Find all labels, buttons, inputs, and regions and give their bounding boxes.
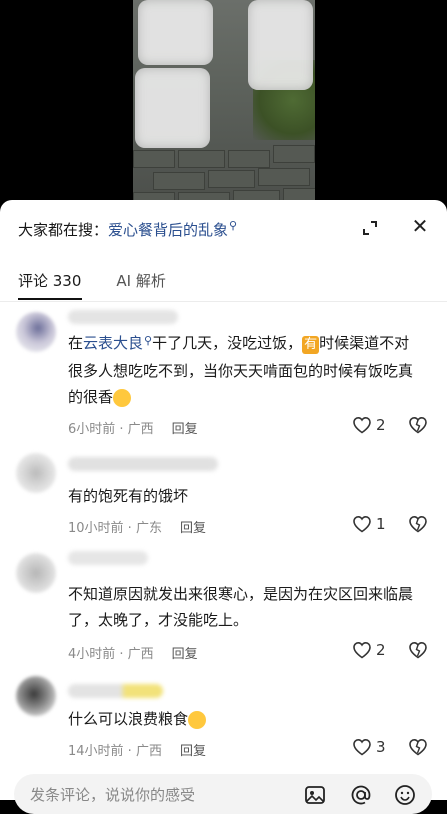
emoji-icon (113, 388, 132, 407)
brick (153, 172, 205, 190)
text-segment: 干了几天，没吃过饭， (152, 334, 303, 352)
brick (258, 168, 310, 186)
comment-input-bar: 发条评论，说说你的感受 (0, 770, 447, 814)
text-segment: 什么可以浪费粮食 (68, 710, 189, 728)
comment-item: 在云表大良⚲干了几天，没吃过饭，有时候渠道不对很多人想吃吃不到，当你天天啃面包的… (0, 302, 447, 442)
comment-sheet: 大家都在搜： 爱心餐背后的乱象 ⚲ ✕ 评论 330 AI 解析 在云表大良⚲干… (0, 200, 447, 800)
food-bag (138, 0, 213, 65)
expand-icon[interactable] (358, 216, 382, 240)
comment-meta: 14小时前 · 广西 回复 (68, 740, 206, 759)
reply-button[interactable]: 回复 (172, 643, 198, 662)
mention-icon[interactable] (350, 784, 372, 806)
comment-meta: 6小时前 · 广西 回复 (68, 418, 198, 437)
like-button[interactable]: 1 (352, 515, 386, 533)
text-segment: 不知道原因就发出来很寒心，是因为在灾区回来临晨了，太晚了，才没能吃上。 (68, 585, 414, 629)
emoji-picker-icon[interactable] (394, 784, 416, 806)
avatar[interactable] (16, 312, 56, 352)
brick (228, 150, 270, 168)
tab-comments[interactable]: 评论 330 (18, 270, 81, 291)
reply-button[interactable]: 回复 (180, 517, 206, 536)
reply-button[interactable]: 回复 (172, 418, 198, 437)
dislike-icon[interactable] (408, 515, 428, 533)
location-link[interactable]: 云表大良 (83, 334, 143, 352)
like-button[interactable]: 2 (352, 416, 386, 434)
brick (208, 170, 255, 188)
like-count: 3 (376, 738, 386, 756)
image-icon[interactable] (304, 784, 326, 806)
badge-you: 有 (302, 336, 320, 354)
dislike-icon[interactable] (408, 416, 428, 434)
comment-input[interactable]: 发条评论，说说你的感受 (14, 774, 432, 814)
like-count: 2 (376, 416, 386, 434)
comment-text: 有的饱死有的饿坏 (68, 483, 424, 509)
username-blurred[interactable] (68, 457, 218, 471)
food-bag (135, 68, 210, 148)
comment-input-placeholder: 发条评论，说说你的感受 (30, 786, 196, 804)
tab-ai-analysis[interactable]: AI 解析 (116, 270, 165, 291)
heart-icon (353, 641, 371, 659)
username-blurred[interactable] (68, 551, 148, 565)
like-button[interactable]: 3 (352, 738, 386, 756)
search-query-link[interactable]: 爱心餐背后的乱象 (108, 219, 228, 240)
comment-time-location: 14小时前 · 广西 (68, 744, 162, 759)
comment-time-location: 10小时前 · 广东 (68, 521, 162, 536)
like-count: 1 (376, 515, 386, 533)
food-bag (248, 0, 313, 90)
comment-text: 什么可以浪费粮食 (68, 706, 424, 732)
comment-item: 有的饱死有的饿坏 10小时前 · 广东 回复 1 (0, 445, 447, 545)
heart-icon (353, 416, 371, 434)
video-frame (133, 0, 315, 215)
comment-meta: 10小时前 · 广东 回复 (68, 517, 206, 536)
search-icon: ⚲ (144, 334, 153, 347)
avatar[interactable] (16, 453, 56, 493)
avatar[interactable] (16, 553, 56, 593)
video-background (0, 0, 447, 215)
dislike-icon[interactable] (408, 641, 428, 659)
comment-meta: 4小时前 · 广西 回复 (68, 643, 198, 662)
active-tab-indicator (18, 298, 82, 300)
comment-item: 不知道原因就发出来很寒心，是因为在灾区回来临晨了，太晚了，才没能吃上。 4小时前… (0, 543, 447, 668)
comment-tabs: 评论 330 AI 解析 (18, 270, 201, 291)
comment-text: 不知道原因就发出来很寒心，是因为在灾区回来临晨了，太晚了，才没能吃上。 (68, 581, 424, 633)
username-blurred[interactable] (68, 684, 163, 698)
brick (273, 145, 315, 163)
text-segment: 在 (68, 334, 84, 352)
avatar[interactable] (16, 676, 56, 716)
brick (133, 150, 175, 168)
comment-time-location: 6小时前 · 广西 (68, 422, 154, 437)
search-prefix: 大家都在搜： (18, 220, 109, 239)
close-icon[interactable]: ✕ (408, 214, 432, 238)
heart-icon (353, 515, 371, 533)
heart-icon (353, 738, 371, 756)
search-suggestion[interactable]: 大家都在搜： 爱心餐背后的乱象 ⚲ (18, 218, 237, 240)
comment-time-location: 4小时前 · 广西 (68, 647, 154, 662)
dislike-icon[interactable] (408, 738, 428, 756)
reply-button[interactable]: 回复 (180, 740, 206, 759)
like-count: 2 (376, 641, 386, 659)
text-segment: 有的饱死有的饿坏 (68, 487, 189, 505)
like-button[interactable]: 2 (352, 641, 386, 659)
comment-item: 什么可以浪费粮食 14小时前 · 广西 回复 3 (0, 670, 447, 770)
search-icon: ⚲ (229, 218, 238, 232)
comment-text: 在云表大良⚲干了几天，没吃过饭，有时候渠道不对很多人想吃吃不到，当你天天啃面包的… (68, 330, 424, 410)
emoji-icon (188, 710, 207, 729)
brick (178, 150, 225, 168)
username-blurred[interactable] (68, 310, 178, 324)
